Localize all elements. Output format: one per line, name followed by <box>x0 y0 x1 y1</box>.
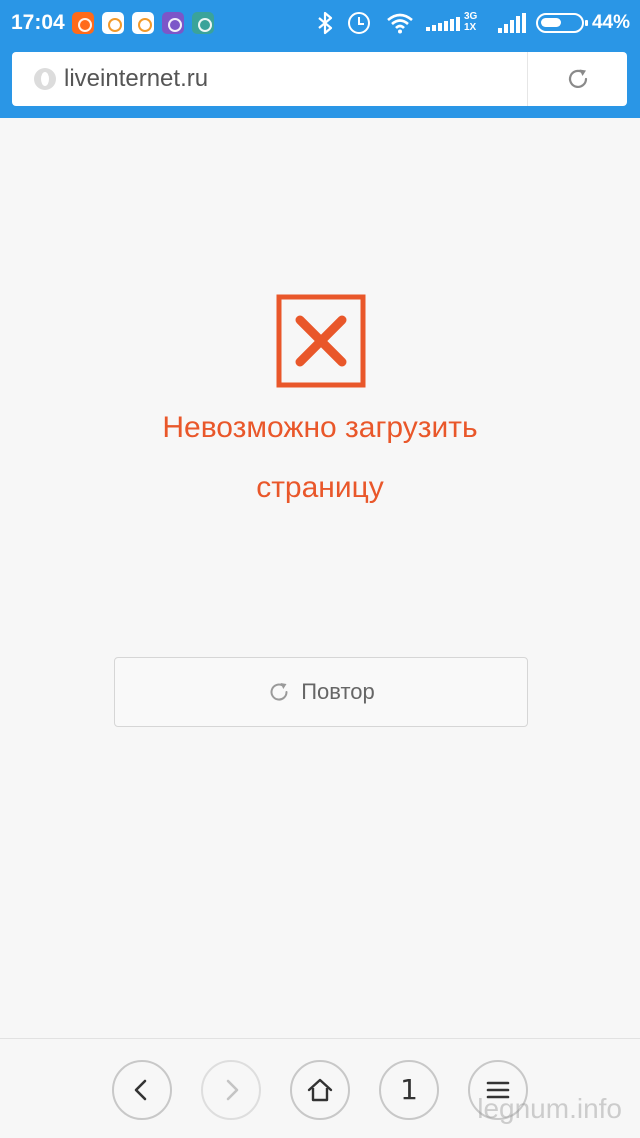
site-icon <box>34 68 56 90</box>
retry-label: Повтор <box>301 679 375 704</box>
error-title: Невозможно загрузить страницу <box>0 398 640 518</box>
browser-header: liveinternet.ru <box>0 46 640 118</box>
home-button[interactable] <box>290 1060 350 1120</box>
status-bar: 17:04 3G 1X 44% <box>0 0 640 46</box>
alarm-icon <box>347 12 370 34</box>
error-icon <box>276 294 366 388</box>
camera-icon <box>192 12 214 34</box>
app-notification-icon <box>72 12 94 34</box>
mail-icon <box>102 12 124 34</box>
back-button[interactable] <box>112 1060 172 1120</box>
mobile-data-icon: 3G 1X <box>425 11 486 35</box>
wifi-icon <box>387 13 413 34</box>
address-bar[interactable]: liveinternet.ru <box>12 52 627 106</box>
forward-button[interactable] <box>201 1060 261 1120</box>
reload-button[interactable] <box>528 52 627 106</box>
network-type-label-secondary: 1X <box>463 22 477 33</box>
home-icon <box>307 1078 333 1102</box>
error-message: Невозможно загрузить страницу <box>162 411 478 504</box>
network-type-label: 3G <box>463 11 478 22</box>
status-indicators: 3G 1X 44% <box>316 8 630 38</box>
bluetooth-icon <box>318 11 333 35</box>
status-time: 17:04 <box>11 11 65 34</box>
notification-icons <box>72 12 214 34</box>
tabs-button[interactable]: 1 <box>379 1060 439 1120</box>
viber-icon <box>162 12 184 34</box>
chevron-right-icon <box>226 1079 239 1101</box>
retry-button[interactable]: Повтор <box>114 657 528 727</box>
watermark: legnum.info <box>477 1093 622 1124</box>
battery-icon <box>535 13 588 33</box>
chevron-left-icon <box>134 1079 147 1101</box>
mail-icon <box>132 12 154 34</box>
url-text[interactable]: liveinternet.ru <box>64 65 208 93</box>
battery-percent: 44% <box>591 12 630 33</box>
retry-icon <box>270 683 288 701</box>
signal-icon <box>497 13 526 33</box>
reload-icon <box>568 69 587 88</box>
tab-count: 1 <box>400 1073 418 1106</box>
